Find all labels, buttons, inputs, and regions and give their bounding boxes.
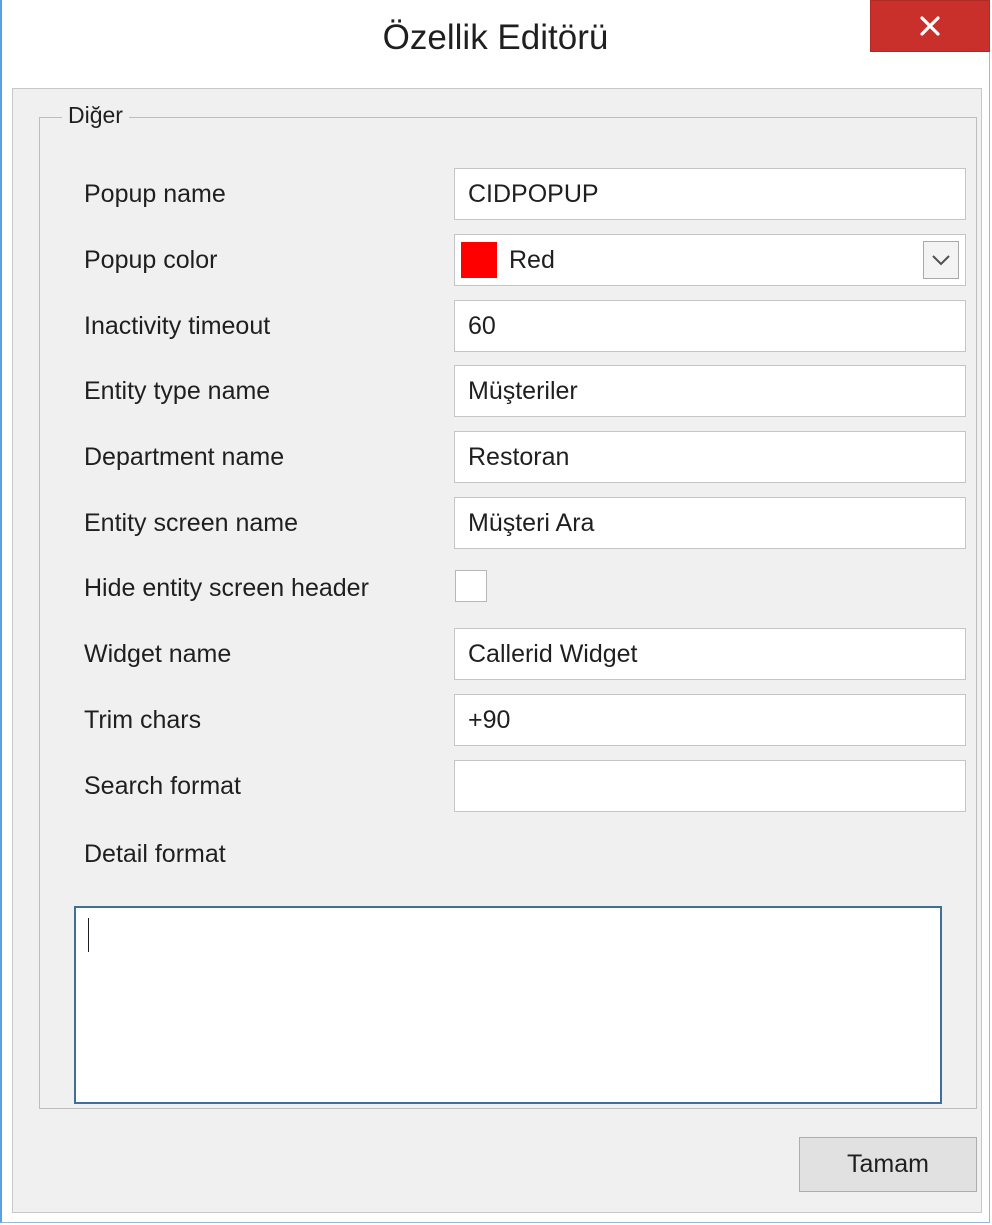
trim-chars-input[interactable]: +90 bbox=[454, 694, 966, 746]
window-title: Özellik Editörü bbox=[382, 18, 609, 57]
inactivity-timeout-input[interactable]: 60 bbox=[454, 300, 966, 352]
popup-color-value: Red bbox=[509, 245, 555, 274]
popup-color-select[interactable]: Red bbox=[454, 234, 966, 286]
inactivity-timeout-label: Inactivity timeout bbox=[84, 312, 271, 340]
ok-button[interactable]: Tamam bbox=[799, 1137, 977, 1192]
entity-screen-name-input[interactable]: Müşteri Ara bbox=[454, 497, 966, 549]
popup-name-value: CIDPOPUP bbox=[468, 179, 599, 208]
close-button[interactable] bbox=[870, 0, 990, 52]
entity-type-name-input[interactable]: Müşteriler bbox=[454, 365, 966, 417]
widget-name-value: Callerid Widget bbox=[468, 639, 638, 668]
widget-name-label: Widget name bbox=[84, 640, 232, 668]
popup-color-label: Popup color bbox=[84, 246, 218, 274]
property-editor-window: Özellik Editörü Diğer Popup name CIDPOPU… bbox=[0, 0, 990, 1223]
group-box-other: Diğer Popup name CIDPOPUP Popup color Re… bbox=[39, 102, 977, 1109]
entity-type-name-label: Entity type name bbox=[84, 377, 271, 405]
entity-screen-name-value: Müşteri Ara bbox=[468, 508, 595, 537]
title-bar: Özellik Editörü bbox=[2, 0, 990, 88]
entity-type-name-value: Müşteriler bbox=[468, 376, 578, 405]
search-format-input[interactable] bbox=[454, 760, 966, 812]
trim-chars-label: Trim chars bbox=[84, 706, 202, 734]
hide-entity-screen-header-checkbox[interactable] bbox=[455, 570, 487, 602]
inactivity-timeout-value: 60 bbox=[468, 311, 496, 340]
entity-screen-name-label: Entity screen name bbox=[84, 509, 298, 537]
search-format-label: Search format bbox=[84, 772, 242, 800]
chevron-down-icon bbox=[932, 255, 950, 266]
detail-format-label: Detail format bbox=[84, 840, 226, 868]
popup-name-input[interactable]: CIDPOPUP bbox=[454, 168, 966, 220]
dropdown-button[interactable] bbox=[923, 241, 959, 279]
detail-format-textarea[interactable] bbox=[74, 906, 942, 1104]
widget-name-input[interactable]: Callerid Widget bbox=[454, 628, 966, 680]
department-name-input[interactable]: Restoran bbox=[454, 431, 966, 483]
dialog-client-area: Diğer Popup name CIDPOPUP Popup color Re… bbox=[12, 88, 982, 1213]
department-name-label: Department name bbox=[84, 443, 285, 471]
department-name-value: Restoran bbox=[468, 442, 570, 471]
group-legend: Diğer bbox=[62, 102, 129, 129]
close-icon bbox=[920, 16, 940, 36]
popup-name-label: Popup name bbox=[84, 180, 226, 208]
text-caret bbox=[88, 918, 89, 952]
trim-chars-value: +90 bbox=[468, 705, 511, 734]
color-swatch bbox=[461, 242, 497, 278]
hide-entity-screen-header-label: Hide entity screen header bbox=[84, 574, 369, 602]
